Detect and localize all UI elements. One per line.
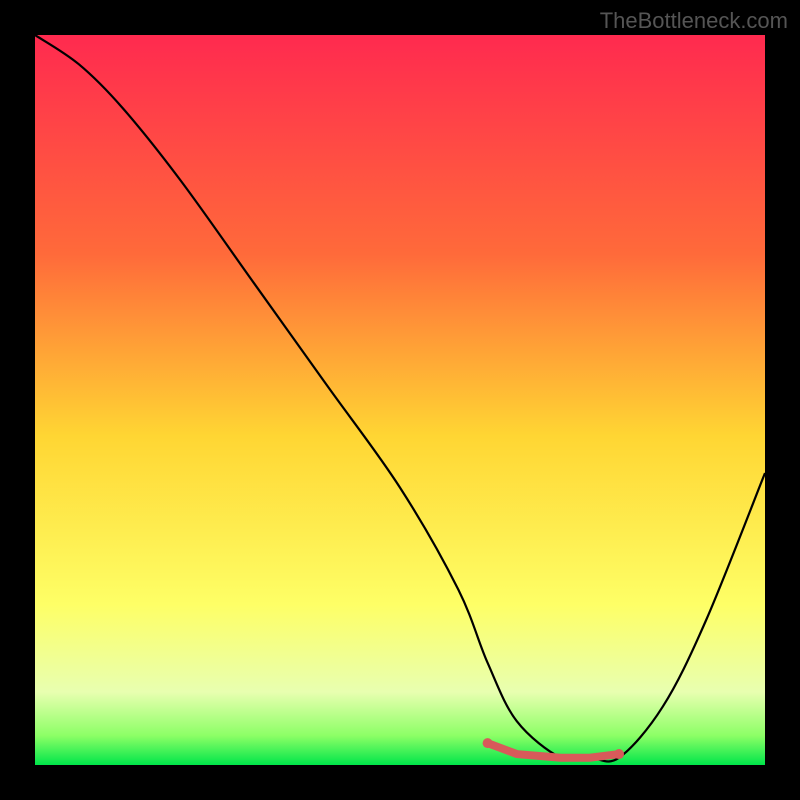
- bottleneck-chart: [35, 35, 765, 765]
- optimal-range-endcap-right: [614, 749, 624, 759]
- optimal-range-endcap-left: [483, 738, 493, 748]
- gradient-background: [35, 35, 765, 765]
- chart-frame: [35, 35, 765, 765]
- watermark-text: TheBottleneck.com: [600, 8, 788, 34]
